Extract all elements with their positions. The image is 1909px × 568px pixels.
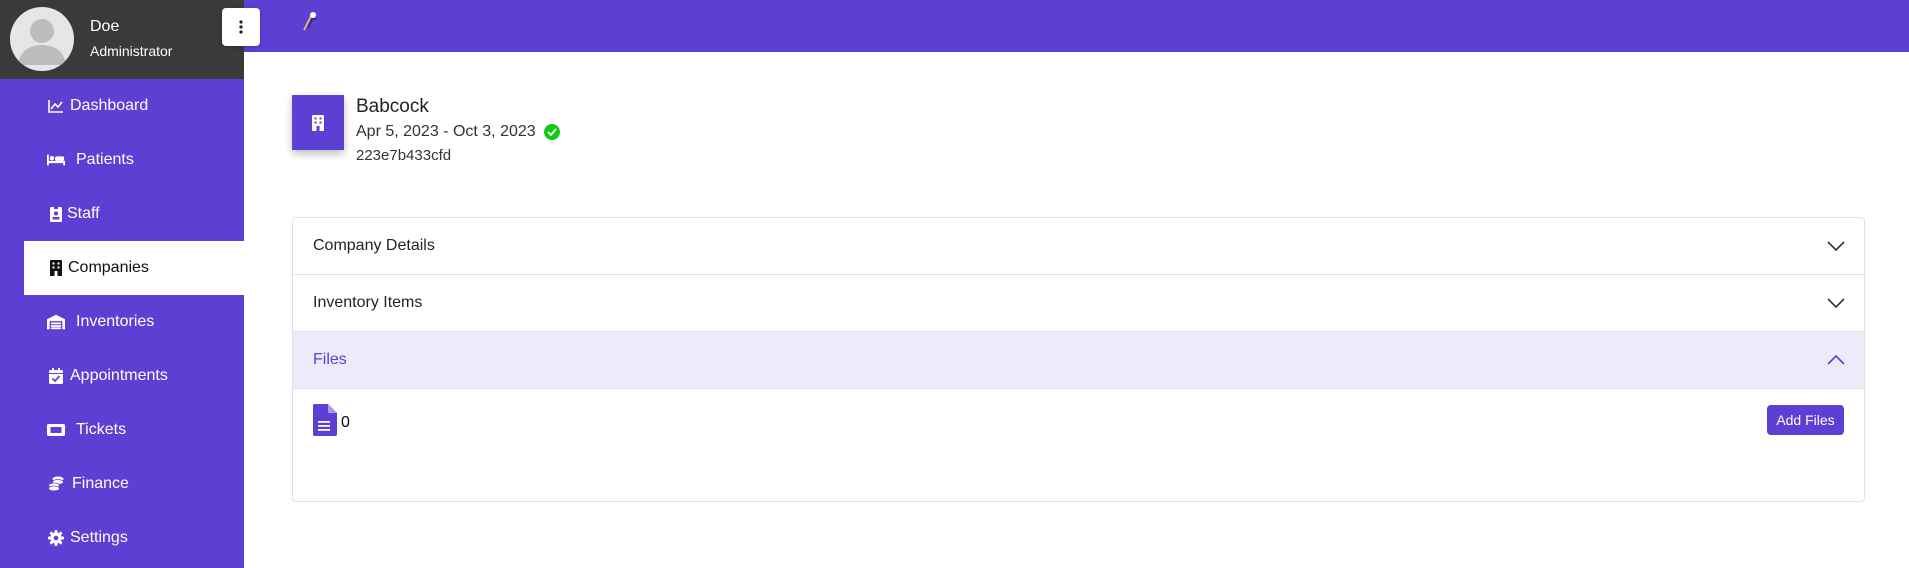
company-id: 223e7b433cfd	[356, 147, 452, 164]
sidebar-item-label: Companies	[68, 259, 149, 276]
accordion-files[interactable]: Files	[293, 332, 1864, 389]
warehouse-icon	[47, 313, 65, 331]
vertical-dots-icon	[239, 20, 243, 34]
sidebar-item-patients[interactable]: Patients	[0, 133, 244, 187]
sidebar-nav: Dashboard Patients Staff Companies Inven…	[0, 79, 244, 565]
company-name: Babcock	[356, 96, 429, 117]
chevron-up-icon	[1827, 354, 1845, 365]
building-icon	[312, 114, 324, 131]
file-count: 0	[341, 414, 350, 431]
sidebar-item-appointments[interactable]: Appointments	[0, 349, 244, 403]
user-role: Administrator	[90, 43, 173, 59]
chart-line-icon	[47, 97, 65, 115]
user-name: Doe	[90, 18, 120, 35]
check-circle-icon	[543, 124, 560, 140]
chevron-down-icon	[1827, 298, 1845, 309]
add-files-button[interactable]: Add Files	[1767, 405, 1844, 435]
sidebar-item-label: Tickets	[76, 421, 127, 438]
gear-icon	[47, 529, 65, 547]
top-bar	[244, 0, 1909, 52]
chevron-down-icon	[1827, 241, 1845, 252]
files-panel: 0 Add Files	[293, 389, 1864, 503]
sidebar-item-staff[interactable]: Staff	[0, 187, 244, 241]
sidebar-item-dashboard[interactable]: Dashboard	[0, 79, 244, 133]
company-accordion: Company Details Inventory Items Files 0 …	[292, 217, 1865, 502]
sidebar-item-label: Staff	[67, 205, 100, 222]
accordion-company-details[interactable]: Company Details	[293, 218, 1864, 275]
calendar-check-icon	[47, 367, 65, 385]
sidebar-item-label: Dashboard	[70, 97, 149, 114]
accordion-title: Company Details	[313, 237, 435, 254]
app-logo-icon[interactable]	[300, 10, 322, 32]
company-date-range: Apr 5, 2023 - Oct 3, 2023	[356, 123, 560, 141]
sidebar-item-tickets[interactable]: Tickets	[0, 403, 244, 457]
accordion-inventory-items[interactable]: Inventory Items	[293, 275, 1864, 332]
bed-icon	[47, 151, 65, 169]
sidebar-item-label: Patients	[76, 151, 134, 168]
sidebar-item-settings[interactable]: Settings	[0, 511, 244, 565]
accordion-title: Files	[313, 351, 347, 368]
kebab-menu-button[interactable]	[222, 8, 260, 46]
building-icon	[47, 259, 65, 277]
accordion-title: Inventory Items	[313, 294, 423, 311]
id-badge-icon	[47, 205, 65, 223]
avatar[interactable]	[10, 7, 74, 71]
sidebar: Doe Administrator Dashboard Patients Sta…	[0, 0, 244, 568]
coins-icon	[47, 475, 65, 493]
sidebar-item-finance[interactable]: Finance	[0, 457, 244, 511]
file-lines-icon	[313, 404, 337, 436]
sidebar-item-label: Finance	[72, 475, 129, 492]
sidebar-item-label: Settings	[70, 529, 128, 546]
ticket-icon	[47, 421, 65, 439]
sidebar-item-label: Inventories	[76, 313, 155, 330]
company-avatar	[292, 95, 344, 150]
sidebar-item-inventories[interactable]: Inventories	[0, 295, 244, 349]
sidebar-item-label: Appointments	[70, 367, 168, 384]
sidebar-item-companies[interactable]: Companies	[24, 241, 244, 295]
user-panel: Doe Administrator	[0, 0, 244, 79]
user-silhouette-icon	[18, 19, 66, 65]
company-dates-text: Apr 5, 2023 - Oct 3, 2023	[356, 123, 536, 140]
